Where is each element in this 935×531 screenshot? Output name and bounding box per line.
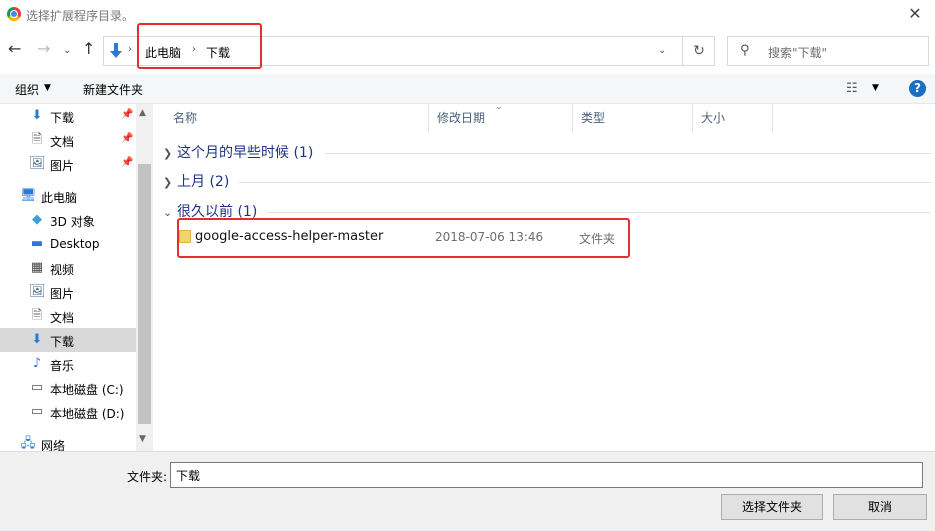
nav-item-label: 文档 xyxy=(50,135,75,149)
nav-item-3d-objects[interactable]: ◆ 3D 对象 xyxy=(0,208,136,232)
group-last-month[interactable]: ❯ 上月 (2) xyxy=(163,171,229,193)
music-icon: ♪ xyxy=(32,356,42,371)
cancel-button[interactable]: 取消 xyxy=(833,494,927,520)
command-bar: 组织 ▼ 新建文件夹 ☷ ▼ ? xyxy=(0,74,935,104)
footer-panel: 文件夹: 下载 选择文件夹 取消 xyxy=(0,451,935,531)
search-icon: ⚲ xyxy=(740,43,750,58)
group-this-month[interactable]: ❯ 这个月的早些时候 (1) xyxy=(163,142,313,164)
download-icon: ⬇ xyxy=(31,332,43,347)
nav-item-downloads[interactable]: ⬇ 下载 xyxy=(0,328,136,352)
view-options-icon[interactable]: ☷ xyxy=(846,81,858,96)
chevron-right-icon: ❯ xyxy=(163,147,173,160)
scroll-up-icon[interactable]: ▲ xyxy=(139,108,146,118)
group-divider xyxy=(267,212,931,213)
pin-icon[interactable]: 📌 xyxy=(121,109,133,120)
nav-item-label: 下载 xyxy=(50,111,75,125)
nav-item-label: 图片 xyxy=(50,159,75,173)
nav-item-pictures[interactable]: 🖼 图片 xyxy=(0,280,136,304)
select-folder-button[interactable]: 选择文件夹 xyxy=(721,494,823,520)
scroll-down-icon[interactable]: ▼ xyxy=(139,434,146,444)
folder-label: 文件夹: xyxy=(127,470,168,484)
download-icon: ⬇ xyxy=(31,108,43,123)
column-header-name[interactable]: 名称 xyxy=(165,104,429,132)
nav-item-label: 音乐 xyxy=(50,359,75,373)
help-icon[interactable]: ? xyxy=(909,80,926,97)
column-header-size[interactable]: 大小 xyxy=(693,104,773,132)
nav-item-this-pc[interactable]: 🖥 此电脑 xyxy=(0,184,136,208)
nav-item-desktop[interactable]: ▬ Desktop xyxy=(0,232,136,256)
computer-icon: 🖥 xyxy=(20,188,37,203)
nav-item-pictures-quick[interactable]: 🖼 图片 📌 xyxy=(0,152,136,176)
scrollbar-thumb[interactable] xyxy=(138,164,151,424)
view-options-caret-icon[interactable]: ▼ xyxy=(872,83,879,93)
group-label: 上月 (2) xyxy=(177,174,230,190)
recent-locations-chevron-icon[interactable]: ⌄ xyxy=(63,42,71,60)
window-title: 选择扩展程序目录。 xyxy=(26,9,135,23)
nav-item-drive-d[interactable]: ▭ 本地磁盘 (D:) xyxy=(0,400,136,424)
file-list: 名称 修改日期 类型 大小 ⌄ ❯ 这个月的早些时候 (1) ❯ 上月 (2) ⌄ 很… xyxy=(155,102,935,451)
cube-icon: ◆ xyxy=(32,212,42,227)
group-divider xyxy=(239,182,931,183)
nav-item-videos[interactable]: ▦ 视频 xyxy=(0,256,136,280)
nav-item-label: 图片 xyxy=(50,287,75,301)
organize-caret-icon[interactable]: ▼ xyxy=(44,83,51,93)
sort-chevron-icon: ⌄ xyxy=(495,102,503,112)
navigation-scrollbar[interactable]: ▲ ▼ xyxy=(136,104,153,451)
download-icon xyxy=(110,43,122,58)
organize-button[interactable]: 组织 xyxy=(15,81,39,98)
document-icon: 🗎 xyxy=(31,308,43,323)
document-icon: 🗎 xyxy=(31,132,43,147)
nav-item-label: 3D 对象 xyxy=(50,215,95,229)
address-dropdown-chevron-icon[interactable]: ⌄ xyxy=(658,45,666,56)
forward-arrow-icon[interactable]: → xyxy=(37,40,50,58)
group-label: 这个月的早些时候 (1) xyxy=(177,145,314,161)
nav-item-label: Desktop xyxy=(50,237,100,251)
nav-item-label: 视频 xyxy=(50,263,75,277)
picture-icon: 🖼 xyxy=(29,156,46,171)
video-icon: ▦ xyxy=(30,260,44,275)
up-arrow-icon[interactable]: ↑ xyxy=(82,40,95,58)
pin-icon[interactable]: 📌 xyxy=(121,157,133,168)
refresh-icon[interactable]: ↻ xyxy=(682,37,715,65)
folder-input[interactable]: 下载 xyxy=(170,462,923,488)
drive-icon: ▭ xyxy=(30,404,44,419)
nav-item-downloads-quick[interactable]: ⬇ 下载 📌 xyxy=(0,104,136,128)
nav-item-label: 下载 xyxy=(50,335,75,349)
desktop-icon: ▬ xyxy=(30,236,44,251)
nav-item-documents-quick[interactable]: 🗎 文档 📌 xyxy=(0,128,136,152)
nav-item-label: 文档 xyxy=(50,311,75,325)
nav-item-label: 此电脑 xyxy=(41,191,78,205)
highlight-address xyxy=(137,23,262,69)
chrome-icon xyxy=(7,7,21,21)
nav-item-drive-c[interactable]: ▭ 本地磁盘 (C:) xyxy=(0,376,136,400)
breadcrumb-chevron-icon[interactable]: › xyxy=(128,44,132,55)
chevron-down-icon: ⌄ xyxy=(163,206,173,219)
search-input[interactable]: 搜索"下载" xyxy=(768,44,827,61)
back-arrow-icon[interactable]: ← xyxy=(8,40,21,58)
search-box[interactable]: ⚲ 搜索"下载" xyxy=(727,36,929,66)
nav-item-label: 本地磁盘 (D:) xyxy=(50,407,125,421)
group-divider xyxy=(325,153,931,154)
chevron-right-icon: ❯ xyxy=(163,176,173,189)
drive-icon: ▭ xyxy=(30,380,44,395)
navigation-pane: ⬇ 下载 📌 🗎 文档 📌 🖼 图片 📌 🖥 此电脑 ◆ 3D 对象 ▬ Des… xyxy=(0,104,153,453)
pin-icon[interactable]: 📌 xyxy=(121,133,133,144)
network-icon: 🖧 xyxy=(20,436,36,451)
nav-item-label: 本地磁盘 (C:) xyxy=(50,383,124,397)
close-icon[interactable]: ✕ xyxy=(903,3,927,25)
new-folder-button[interactable]: 新建文件夹 xyxy=(83,81,143,98)
column-header-type[interactable]: 类型 xyxy=(573,104,693,132)
nav-item-documents[interactable]: 🗎 文档 xyxy=(0,304,136,328)
picture-icon: 🖼 xyxy=(29,284,46,299)
highlight-row xyxy=(177,218,630,258)
nav-item-music[interactable]: ♪ 音乐 xyxy=(0,352,136,376)
